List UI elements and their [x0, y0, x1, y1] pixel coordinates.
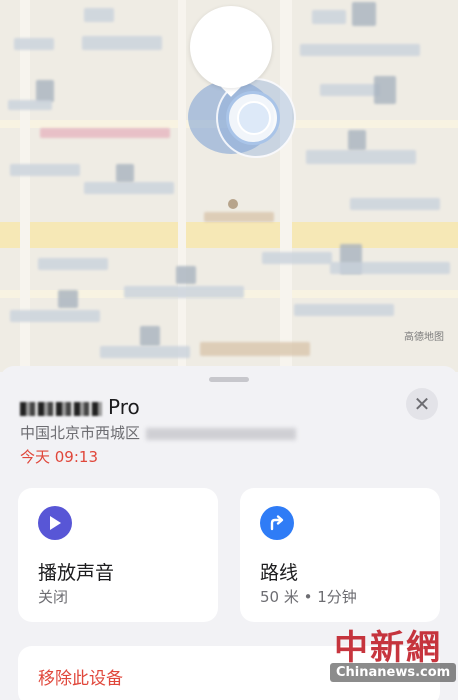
map-building — [350, 198, 440, 210]
map-building — [300, 44, 420, 56]
map-building — [294, 304, 394, 316]
map-building — [330, 262, 450, 274]
minor-road — [280, 0, 292, 372]
device-name-suffix: Pro — [108, 395, 140, 419]
map-building — [84, 8, 114, 22]
map-building — [306, 150, 416, 164]
play-icon — [38, 506, 72, 540]
map-building — [82, 36, 162, 50]
map-building — [312, 10, 346, 24]
watermark-url: Chinanews.com — [330, 663, 457, 682]
remove-device-label: 移除此设备 — [38, 669, 123, 689]
sheet-grabber[interactable] — [209, 377, 249, 382]
redacted-address — [146, 427, 297, 440]
device-address: 中国北京市西城区 — [20, 422, 297, 443]
directions-distance: 50 米 • 1分钟 — [260, 588, 357, 606]
map-building — [10, 310, 100, 322]
device-pin-bubble[interactable] — [190, 6, 272, 88]
map-building — [140, 326, 160, 346]
directions-title: 路线 — [260, 562, 299, 584]
map-view[interactable]: 高德地图 — [0, 0, 458, 372]
map-building — [352, 2, 376, 26]
directions-button[interactable]: 路线 50 米 • 1分钟 — [240, 488, 440, 622]
map-building — [8, 100, 52, 110]
address-text: 中国北京市西城区 — [20, 424, 141, 442]
map-poi-label — [204, 212, 274, 222]
device-location-core — [237, 101, 271, 135]
watermark-logo: 中新網 — [334, 628, 442, 668]
map-building — [262, 252, 332, 264]
last-seen-time: 今天 09:13 — [20, 448, 98, 466]
poi-marker[interactable] — [228, 199, 238, 209]
map-building — [348, 130, 366, 150]
map-building — [320, 84, 380, 96]
map-building — [100, 346, 190, 358]
close-button[interactable]: ✕ — [406, 388, 438, 420]
map-poi-label — [40, 128, 170, 138]
map-building — [10, 164, 80, 176]
minor-road — [178, 0, 186, 372]
play-sound-status: 关闭 — [38, 588, 69, 606]
map-building — [58, 290, 78, 308]
map-building — [116, 164, 134, 182]
redacted-name — [20, 401, 102, 416]
map-building — [176, 266, 196, 284]
map-building — [14, 38, 54, 50]
main-road — [0, 222, 458, 248]
map-credit: 高德地图 — [404, 332, 444, 343]
play-sound-title: 播放声音 — [38, 562, 115, 584]
map-building — [36, 80, 54, 102]
play-sound-button[interactable]: 播放声音 关闭 — [18, 488, 218, 622]
map-building — [374, 76, 396, 104]
map-poi-label — [200, 342, 310, 356]
map-building — [124, 286, 244, 298]
directions-arrow-icon — [260, 506, 294, 540]
close-icon: ✕ — [413, 392, 431, 416]
map-building — [84, 182, 174, 194]
device-name: Pro — [20, 395, 140, 419]
map-building — [38, 258, 108, 270]
